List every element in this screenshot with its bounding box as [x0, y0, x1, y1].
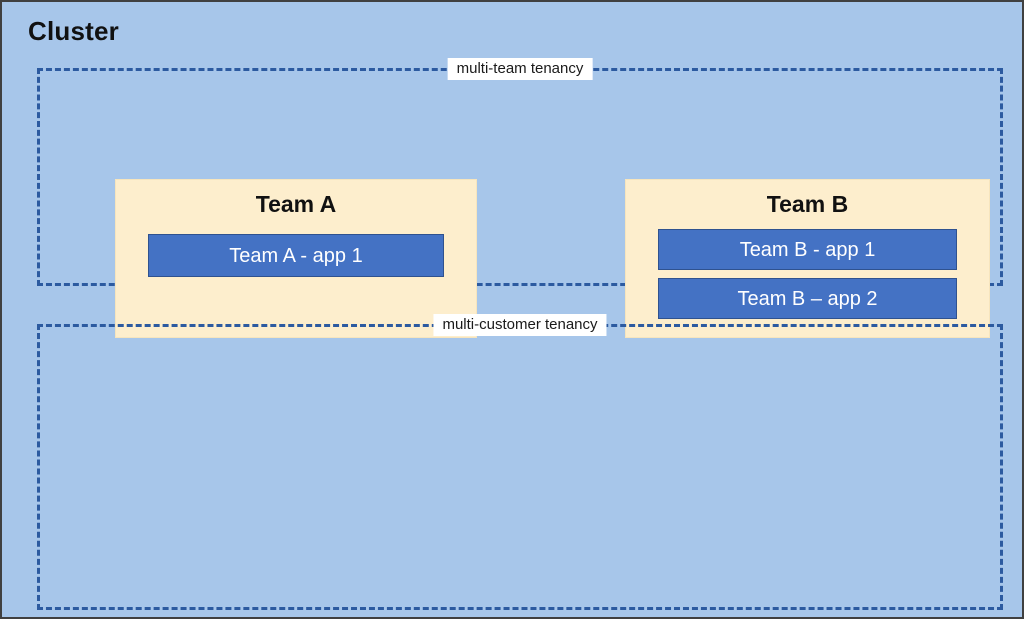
team-b-app-stack: Team B - app 1 Team B – app 2 — [658, 229, 957, 319]
tenancy-label-multi-team: multi-team tenancy — [447, 58, 593, 81]
cluster-diagram: Cluster multi-team tenancy Team A Team A… — [0, 0, 1024, 619]
team-panel-team-b: Team B Team B - app 1 Team B – app 2 — [625, 179, 990, 338]
app-box-team-b-app-1[interactable]: Team B - app 1 — [658, 229, 957, 270]
tenancy-label-multi-customer: multi-customer tenancy — [433, 314, 607, 337]
app-box-team-b-app-2[interactable]: Team B – app 2 — [658, 278, 957, 319]
tenancy-group-multi-team: multi-team tenancy Team A Team A - app 1… — [37, 58, 1003, 338]
cluster-title: Cluster — [28, 16, 119, 46]
tenancy-group-multi-customer: multi-customer tenancy Team C Team C – a… — [37, 314, 1003, 610]
team-a-title: Team A — [255, 191, 337, 217]
app-box-team-a-app-1[interactable]: Team A - app 1 — [148, 234, 444, 277]
team-a-app-stack: Team A - app 1 — [148, 234, 444, 277]
team-b-title: Team B — [766, 191, 849, 217]
team-panel-team-a: Team A Team A - app 1 — [115, 179, 477, 338]
